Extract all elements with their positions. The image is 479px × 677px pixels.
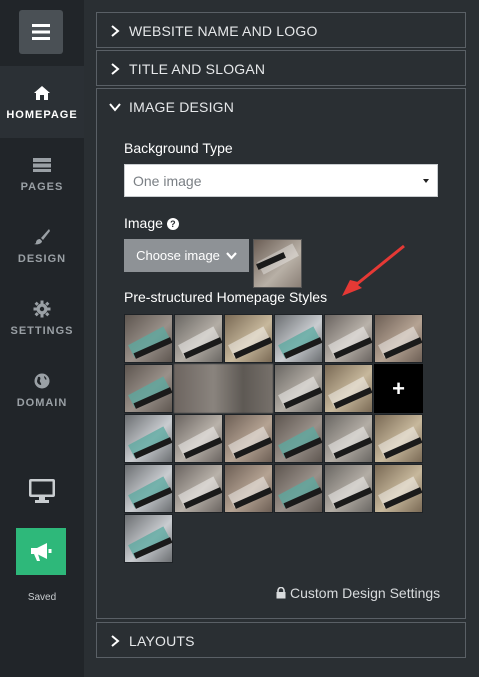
style-thumbnail[interactable]: [374, 314, 423, 363]
sidebar-item-label: HOMEPAGE: [6, 109, 78, 121]
sidebar-item-domain[interactable]: DOMAIN: [0, 354, 84, 426]
globe-icon: [32, 371, 52, 391]
sidebar: HOMEPAGE PAGES DESIGN SETTINGS DOMAIN Sa…: [0, 0, 84, 677]
style-thumbnail[interactable]: [274, 314, 323, 363]
style-thumbnail[interactable]: [124, 314, 173, 363]
style-thumbnail[interactable]: [124, 464, 173, 513]
red-arrow-annotation: [342, 244, 405, 296]
style-thumbnail[interactable]: [274, 414, 323, 463]
style-thumbnail-loading[interactable]: [174, 364, 273, 413]
image-label: Image: [124, 215, 163, 231]
pages-icon: [32, 155, 52, 175]
saved-status: Saved: [27, 592, 57, 603]
sidebar-item-label: SETTINGS: [10, 325, 74, 337]
panel-layouts[interactable]: LAYOUTS: [96, 622, 466, 658]
background-type-label: Background Type: [124, 140, 233, 156]
megaphone-icon: [31, 542, 52, 561]
sidebar-item-settings[interactable]: SETTINGS: [0, 282, 84, 354]
style-thumbnail[interactable]: [224, 314, 273, 363]
chevron-down-icon: [226, 251, 237, 260]
style-thumbnail[interactable]: [174, 464, 223, 513]
style-thumbnail[interactable]: [224, 414, 273, 463]
style-thumbnail[interactable]: [124, 514, 173, 563]
caret-down-icon: [423, 179, 429, 183]
sidebar-item-label: DESIGN: [17, 253, 67, 265]
chevron-right-icon: [111, 63, 120, 75]
style-thumbnail[interactable]: [224, 464, 273, 513]
sidebar-item-design[interactable]: DESIGN: [0, 210, 84, 282]
gear-icon: [32, 299, 52, 319]
home-icon: [32, 83, 52, 103]
panel-title: IMAGE DESIGN: [129, 99, 235, 115]
panel-title-slogan[interactable]: TITLE AND SLOGAN: [96, 50, 466, 86]
menu-button[interactable]: [19, 10, 63, 54]
hamburger-icon: [32, 24, 50, 40]
style-thumbnail[interactable]: [324, 464, 373, 513]
custom-design-settings-link[interactable]: Custom Design Settings: [276, 585, 440, 601]
style-thumbnail[interactable]: [374, 414, 423, 463]
background-type-select[interactable]: One image: [124, 164, 438, 197]
panel-title: WEBSITE NAME AND LOGO: [129, 23, 318, 39]
choose-image-button[interactable]: Choose image: [124, 239, 249, 272]
chevron-right-icon: [111, 635, 120, 647]
sidebar-item-homepage[interactable]: HOMEPAGE: [0, 66, 84, 138]
sidebar-item-label: DOMAIN: [16, 397, 68, 409]
style-thumbnail[interactable]: [174, 314, 223, 363]
sidebar-item-label: PAGES: [20, 181, 64, 193]
sidebar-item-pages[interactable]: PAGES: [0, 138, 84, 210]
choose-image-label: Choose image: [136, 248, 220, 263]
chevron-down-icon: [109, 103, 121, 112]
style-thumbnail[interactable]: [274, 364, 323, 413]
style-thumbnail[interactable]: [174, 414, 223, 463]
help-icon[interactable]: ?: [166, 218, 179, 230]
image-label-row: Image?: [124, 215, 179, 231]
style-thumbnail[interactable]: [324, 314, 373, 363]
publish-button[interactable]: [16, 528, 66, 575]
add-style-button[interactable]: +: [374, 364, 423, 413]
panel-title: TITLE AND SLOGAN: [129, 61, 266, 77]
custom-design-label: Custom Design Settings: [290, 585, 441, 601]
panel-website-name[interactable]: WEBSITE NAME AND LOGO: [96, 12, 466, 48]
style-thumbnail[interactable]: [324, 414, 373, 463]
select-value: One image: [133, 172, 202, 189]
panel-header-image-design[interactable]: IMAGE DESIGN: [97, 89, 465, 125]
style-thumbnail[interactable]: [124, 364, 173, 413]
chevron-right-icon: [111, 25, 120, 37]
brush-icon: [32, 227, 52, 247]
style-thumbnail[interactable]: [324, 364, 373, 413]
styles-label: Pre-structured Homepage Styles: [124, 289, 328, 305]
style-thumbnail[interactable]: [274, 464, 323, 513]
style-thumbnail[interactable]: [124, 414, 173, 463]
monitor-icon[interactable]: [28, 478, 56, 504]
image-thumbnail[interactable]: [253, 239, 302, 288]
style-thumbnail[interactable]: [374, 464, 423, 513]
panel-title: LAYOUTS: [129, 633, 195, 649]
app-root: HOMEPAGE PAGES DESIGN SETTINGS DOMAIN Sa…: [0, 0, 479, 677]
lock-icon: [276, 587, 286, 599]
